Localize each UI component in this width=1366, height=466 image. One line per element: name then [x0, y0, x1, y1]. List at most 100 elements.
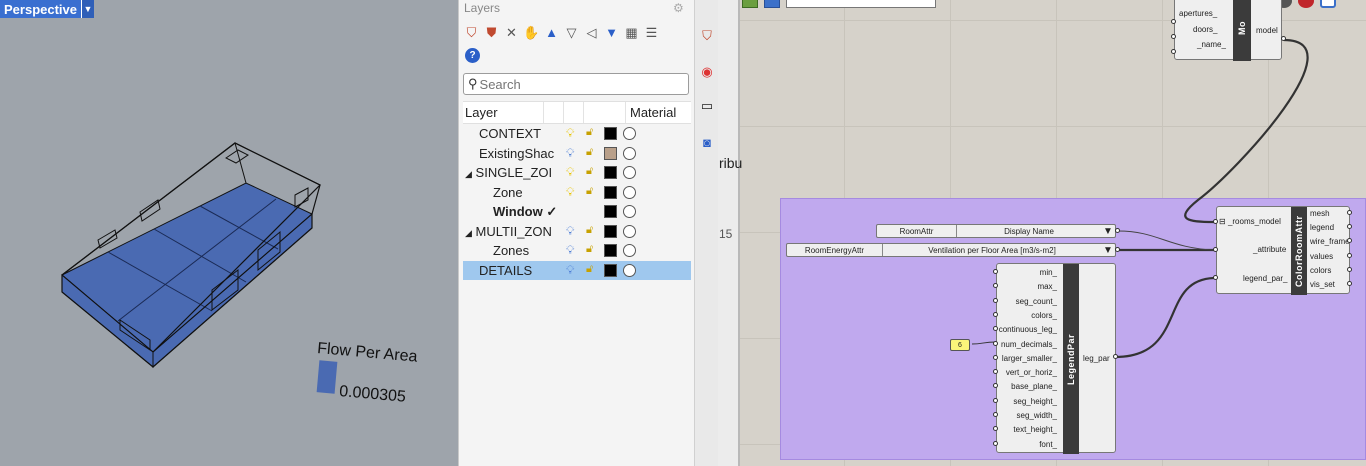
port-font[interactable]: font_ — [1039, 440, 1057, 449]
rhino-viewport[interactable]: Perspective ▼ Flow Per Area 0.000305 — [0, 0, 458, 466]
help-panel-icon[interactable]: ◙ — [699, 134, 715, 150]
unlock-icon[interactable]: 🔓︎ — [586, 243, 593, 256]
port-min[interactable]: min_ — [1040, 268, 1057, 277]
layer-color-swatch[interactable] — [604, 146, 617, 160]
layer-name[interactable]: CONTEXT — [463, 126, 561, 141]
column-layer[interactable]: Layer — [463, 105, 543, 120]
layer-row-details[interactable]: DETAILS 💡︎ 🔓︎ — [463, 260, 691, 280]
output-grip[interactable] — [1281, 36, 1286, 41]
port-legend-par[interactable]: legend_par_ — [1243, 274, 1287, 283]
input-grip[interactable] — [1171, 19, 1176, 24]
unlock-icon[interactable]: 🔓︎ — [586, 263, 593, 276]
port-values[interactable]: values — [1310, 252, 1333, 261]
port-continuous-leg[interactable]: continuous_leg_ — [999, 325, 1057, 334]
layer-name[interactable]: DETAILS — [463, 263, 561, 278]
light-bulb-off-icon[interactable]: 💡︎ — [566, 263, 574, 278]
layer-name[interactable]: ExistingShac — [463, 146, 561, 161]
light-bulb-off-icon[interactable]: 💡︎ — [566, 224, 574, 239]
layer-row-single-zone[interactable]: ◢ SINGLE_ZOI 💡︎ 🔓︎ — [463, 163, 691, 183]
input-grip[interactable] — [1213, 219, 1218, 224]
material-icon[interactable] — [623, 224, 636, 238]
output-grip[interactable] — [1347, 210, 1352, 215]
layer-name[interactable]: Window — [493, 204, 543, 219]
light-bulb-on-icon[interactable]: 💡︎ — [566, 165, 574, 180]
legend-par-component[interactable]: LegendPar leg_par min_ max_ seg_count_ colo… — [996, 263, 1116, 454]
output-grip[interactable] — [1115, 228, 1120, 233]
value-list-value[interactable]: Display Name — [957, 227, 1101, 236]
value-list-roomenergyattr[interactable]: RoomEnergyAttr Ventilation per Floor Are… — [786, 243, 1116, 257]
new-sublayer-icon[interactable]: ⛊ — [483, 24, 500, 41]
port-max[interactable]: max_ — [1037, 282, 1057, 291]
model-component[interactable]: apertures_ doors_ _name_ Mo model — [1174, 0, 1282, 61]
port-name[interactable]: _name_ — [1197, 40, 1226, 49]
new-layer-icon[interactable]: ⛉ — [463, 24, 480, 41]
move-left-icon[interactable]: ◁ — [583, 24, 600, 41]
output-grip[interactable] — [1113, 354, 1118, 359]
dropdown-arrow-icon[interactable]: ▼ — [1101, 245, 1115, 256]
filter-icon[interactable]: ▼ — [603, 24, 620, 41]
grasshopper-canvas[interactable]: apertures_ doors_ _name_ Mo model RoomAt… — [718, 0, 1366, 466]
input-grip[interactable] — [1213, 247, 1218, 252]
hand-icon[interactable]: ✋ — [523, 24, 540, 41]
output-grip[interactable] — [1347, 238, 1352, 243]
material-icon[interactable] — [623, 127, 636, 140]
expand-triangle-icon[interactable]: ◢ — [465, 169, 472, 179]
input-grip[interactable] — [993, 297, 998, 303]
input-grip[interactable] — [993, 340, 998, 346]
dropdown-arrow-icon[interactable]: ▼ — [1101, 226, 1115, 237]
unlock-icon[interactable]: 🔓︎ — [586, 126, 593, 139]
port-mesh[interactable]: mesh — [1310, 209, 1330, 218]
layer-name[interactable]: Zone — [463, 185, 561, 200]
layer-color-swatch[interactable] — [604, 185, 617, 199]
number-panel[interactable]: 6 — [950, 339, 970, 351]
port-leg-par[interactable]: leg_par — [1083, 354, 1110, 363]
table-icon[interactable]: ▦ — [623, 24, 640, 41]
material-icon[interactable] — [623, 185, 636, 199]
color-wheel-icon[interactable]: ◉ — [699, 64, 715, 80]
output-grip[interactable] — [1347, 224, 1352, 229]
layer-name[interactable]: SINGLE_ZOI — [476, 165, 553, 180]
expand-triangle-icon[interactable]: ◢ — [465, 228, 472, 238]
layer-row-zones[interactable]: Zones 💡︎ 🔓︎ — [463, 241, 691, 261]
color-room-attr-component[interactable]: ⊟ _rooms_model _attribute legend_par_ Co… — [1216, 206, 1350, 295]
delete-icon[interactable]: ✕ — [503, 24, 520, 41]
light-bulb-off-icon[interactable]: 💡︎ — [566, 243, 574, 258]
input-grip[interactable] — [993, 412, 998, 417]
layer-search-input[interactable] — [479, 76, 670, 92]
help-icon[interactable]: ? — [465, 48, 480, 63]
layer-color-swatch[interactable] — [604, 263, 617, 277]
layer-row-existingshade[interactable]: ExistingShac 💡︎ 🔓︎ — [463, 144, 691, 164]
display-icon[interactable]: ▭ — [699, 98, 715, 114]
port-base-plane[interactable]: base_plane_ — [1011, 382, 1057, 391]
value-list-roomattr[interactable]: RoomAttr Display Name ▼ — [876, 224, 1116, 238]
layer-name[interactable]: Zones — [463, 243, 561, 258]
port-seg-count[interactable]: seg_count_ — [1016, 297, 1057, 306]
light-bulb-on-icon[interactable]: 💡︎ — [566, 185, 574, 200]
viewport-title[interactable]: Perspective — [0, 2, 81, 17]
layer-search[interactable]: ⚲ — [463, 73, 689, 95]
material-icon[interactable] — [623, 166, 636, 179]
unlock-icon[interactable]: 🔓︎ — [586, 165, 593, 178]
port-attribute[interactable]: _attribute — [1253, 245, 1286, 254]
input-grip[interactable] — [993, 354, 998, 360]
output-grip[interactable] — [1347, 281, 1352, 286]
value-list-value[interactable]: Ventilation per Floor Area [m3/s-m2] — [883, 246, 1101, 255]
unlock-icon[interactable]: 🔓︎ — [586, 146, 593, 159]
port-seg-width[interactable]: seg_width_ — [1017, 411, 1057, 420]
layers-tab-icon[interactable]: ⛉ — [699, 28, 715, 44]
move-down-icon[interactable]: ▽ — [563, 24, 580, 41]
layer-name[interactable]: MULTII_ZON — [476, 224, 552, 239]
output-grip[interactable] — [1115, 247, 1120, 252]
layer-color-swatch[interactable] — [604, 244, 617, 257]
material-icon[interactable] — [623, 205, 636, 218]
port-apertures[interactable]: apertures_ — [1179, 9, 1217, 18]
viewport-tab[interactable]: Perspective ▼ — [0, 0, 94, 18]
input-grip[interactable] — [1171, 34, 1176, 39]
layer-row-window[interactable]: Window ✓ — [463, 202, 691, 222]
gear-icon[interactable]: ⚙ — [673, 1, 684, 15]
layer-row-zone[interactable]: Zone 💡︎ 🔓︎ — [463, 183, 691, 203]
column-material[interactable]: Material — [625, 102, 691, 123]
unlock-icon[interactable]: 🔓︎ — [586, 185, 593, 198]
input-grip[interactable] — [1171, 49, 1176, 54]
input-grip[interactable] — [993, 397, 998, 403]
